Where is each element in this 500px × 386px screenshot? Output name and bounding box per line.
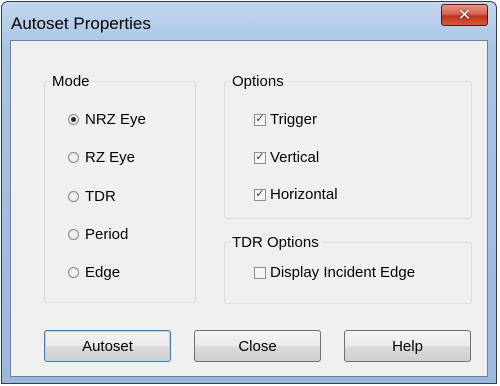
close-button[interactable]: Close — [194, 330, 321, 362]
mode-option-label: TDR — [85, 188, 116, 205]
mode-option-nrz-eye[interactable]: NRZ Eye — [68, 111, 146, 128]
option-label: Horizontal — [270, 186, 338, 203]
checkbox-checked-icon[interactable]: ✓ — [254, 188, 266, 201]
mode-option-edge[interactable]: Edge — [68, 264, 120, 281]
mode-option-label: NRZ Eye — [85, 111, 146, 128]
mode-option-label: Period — [85, 226, 129, 243]
radio-icon[interactable] — [68, 267, 79, 278]
dialog-body: Mode NRZ Eye RZ Eye TDR Period Edge Opti… — [10, 40, 488, 377]
option-vertical[interactable]: ✓ Vertical — [254, 149, 319, 166]
checkbox-icon[interactable] — [254, 266, 266, 279]
radio-icon[interactable] — [68, 191, 79, 202]
option-horizontal[interactable]: ✓ Horizontal — [254, 186, 338, 203]
help-button[interactable]: Help — [344, 330, 471, 362]
option-display-incident-edge[interactable]: Display Incident Edge — [254, 264, 415, 281]
options-legend: Options — [232, 73, 284, 90]
checkbox-checked-icon[interactable]: ✓ — [254, 151, 266, 164]
mode-option-tdr[interactable]: TDR — [68, 188, 116, 205]
radio-selected-icon[interactable] — [68, 114, 79, 125]
option-label: Vertical — [270, 149, 320, 166]
radio-icon[interactable] — [68, 229, 79, 240]
window-title: Autoset Properties — [11, 14, 151, 33]
option-trigger[interactable]: ✓ Trigger — [254, 111, 317, 128]
title-bar[interactable]: Autoset Properties ✕ — [2, 2, 496, 40]
mode-option-label: Edge — [85, 264, 121, 281]
tdr-options-legend: TDR Options — [232, 234, 319, 251]
checkbox-checked-icon[interactable]: ✓ — [254, 113, 266, 126]
autoset-properties-window: Autoset Properties ✕ Mode NRZ Eye RZ Eye… — [1, 1, 497, 384]
option-label: Trigger — [270, 111, 317, 128]
close-window-button[interactable]: ✕ — [441, 4, 488, 26]
mode-option-label: RZ Eye — [85, 149, 136, 166]
option-label: Display Incident Edge — [270, 264, 416, 281]
autoset-button[interactable]: Autoset — [44, 330, 171, 362]
radio-icon[interactable] — [68, 152, 79, 163]
mode-legend: Mode — [52, 73, 90, 90]
mode-option-rz-eye[interactable]: RZ Eye — [68, 149, 135, 166]
mode-option-period[interactable]: Period — [68, 226, 128, 243]
close-icon: ✕ — [457, 7, 472, 24]
